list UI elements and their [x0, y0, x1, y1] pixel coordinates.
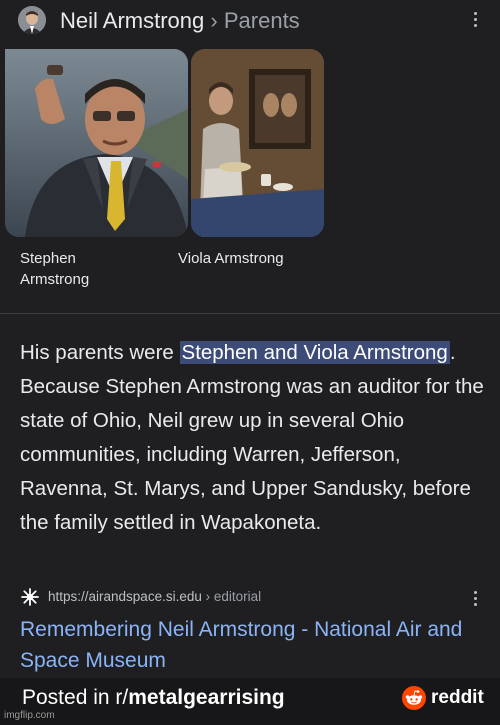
- divider: [0, 313, 500, 314]
- source-url[interactable]: https://airandspace.si.edu › editorial: [48, 589, 261, 604]
- stephen-image: [5, 49, 188, 237]
- header: Neil Armstrong › Parents: [0, 0, 500, 44]
- title-main[interactable]: Neil Armstrong: [60, 8, 204, 33]
- reddit-wordmark: reddit: [431, 687, 484, 708]
- source-domain: https://airandspace.si.edu: [48, 589, 202, 604]
- title-subtitle: Parents: [223, 8, 300, 33]
- subreddit-name: metalgearrising: [128, 686, 285, 709]
- viola-image: [191, 49, 324, 237]
- posted-in-text: Posted in r/metalgearrising: [22, 686, 285, 710]
- posted-prefix: Posted in r/: [22, 686, 129, 709]
- avatar[interactable]: [18, 6, 46, 34]
- parent-label-viola[interactable]: Viola Armstrong: [178, 248, 328, 269]
- site-favicon-icon: [20, 587, 40, 607]
- answer-highlight: Stephen and Viola Armstrong: [179, 341, 450, 364]
- reddit-logo: reddit: [402, 685, 484, 711]
- source-breadcrumb: › editorial: [201, 589, 262, 604]
- page-title: Neil Armstrong › Parents: [60, 8, 300, 34]
- reddit-alien-icon: [402, 686, 426, 710]
- breadcrumb-separator: ›: [210, 8, 218, 33]
- answer-text-after: . Because Stephen Armstrong was an audit…: [20, 341, 484, 534]
- parent-label-stephen[interactable]: Stephen Armstrong: [20, 248, 140, 290]
- source-more-options-icon[interactable]: [472, 591, 478, 611]
- parent-card-viola[interactable]: [191, 49, 324, 237]
- parent-card-stephen[interactable]: [5, 49, 188, 237]
- more-options-icon[interactable]: [472, 12, 478, 32]
- answer-text-before: His parents were: [20, 341, 180, 364]
- imgflip-watermark: imgflip.com: [4, 710, 55, 721]
- source-title-link[interactable]: Remembering Neil Armstrong - National Ai…: [20, 614, 490, 676]
- answer-snippet: His parents were Stephen and Viola Armst…: [20, 336, 490, 540]
